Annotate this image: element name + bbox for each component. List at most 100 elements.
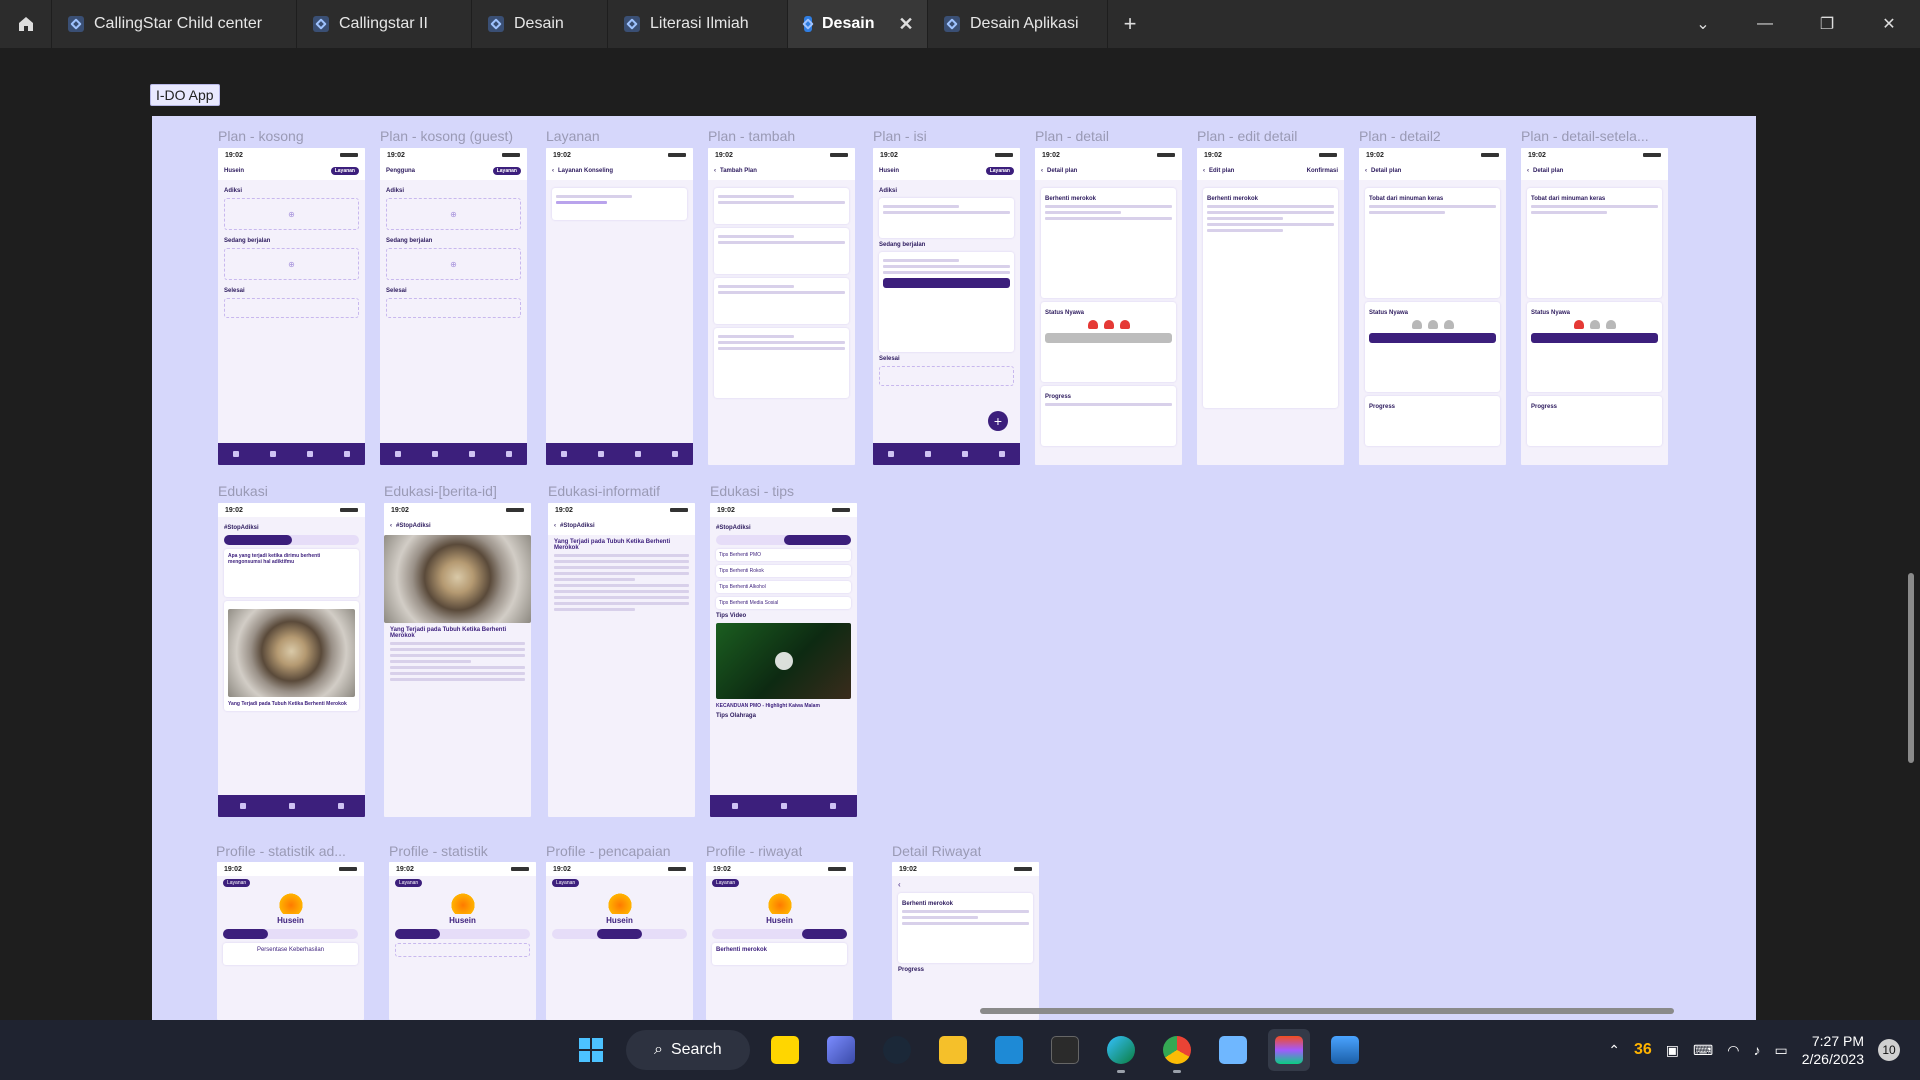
frame-title[interactable]: Plan - kosong [218, 128, 304, 144]
profile-tabs [712, 929, 847, 939]
screen-plan-detail[interactable]: 19:02 ‹ Detail plan Berhenti merokok Sta… [1035, 148, 1182, 465]
frame-title[interactable]: Plan - edit detail [1197, 128, 1297, 144]
chevron-up-icon[interactable]: ⌃ [1608, 1042, 1620, 1059]
progress-heading: Progress [898, 967, 925, 973]
keyboard-icon[interactable]: ⌨ [1693, 1042, 1713, 1059]
history-card: Berhenti merokok [712, 943, 847, 965]
wifi-icon[interactable]: ◠ [1727, 1042, 1739, 1059]
figma-app[interactable] [1268, 1029, 1310, 1071]
screen-title: #StopAdiksi [560, 523, 595, 529]
notification-badge[interactable]: 10 [1878, 1039, 1900, 1061]
screen-plan-isi[interactable]: 19:02 Husein Layanan Adiksi Sedang berjal… [873, 148, 1020, 465]
tab-desain[interactable]: Desain [472, 0, 608, 48]
screen-layanan[interactable]: 19:02 ‹ Layanan Konseling [546, 148, 693, 465]
frame-title[interactable]: Profile - statistik ad... [216, 843, 346, 859]
frame-title[interactable]: Edukasi-informatif [548, 483, 660, 499]
close-tab-icon[interactable]: ✕ [898, 14, 913, 35]
tab-callingstar-ii[interactable]: Callingstar II [297, 0, 472, 48]
screen-profile-pencapaian[interactable]: 19:02 Layanan Husein [546, 862, 693, 1020]
screen-profile-statistik[interactable]: 19:02 Layanan Husein [389, 862, 536, 1020]
tab-callingstar-child-center[interactable]: CallingStar Child center [52, 0, 297, 48]
title-tab-bar: CallingStar Child center Callingstar II … [0, 0, 1920, 48]
horizontal-scrollbar[interactable] [980, 1008, 1674, 1014]
form-card [714, 228, 849, 274]
screen-edukasi-berita[interactable]: 19:02 ‹ #StopAdiksi Yang Terjadi pada Tu… [384, 503, 531, 817]
frame-title[interactable]: Edukasi [218, 483, 268, 499]
frame-title[interactable]: Detail Riwayat [892, 843, 981, 859]
screen-edukasi-informatif[interactable]: 19:02 ‹ #StopAdiksi Yang Terjadi pada Tu… [548, 503, 695, 817]
frame-title[interactable]: Profile - statistik [389, 843, 488, 859]
frame-title[interactable]: Profile - riwayat [706, 843, 802, 859]
status-bar: 19:02 [706, 862, 853, 876]
frame-title[interactable]: Edukasi - tips [710, 483, 794, 499]
frame-title[interactable]: Plan - detail2 [1359, 128, 1441, 144]
close-window-button[interactable]: ✕ [1858, 0, 1920, 48]
plan-title: Berhenti merokok [902, 901, 954, 907]
tips-item: Tips Berhenti PMO [716, 549, 851, 561]
app-tray-icon[interactable]: ▣ [1666, 1042, 1679, 1059]
screen-header: ‹ #StopAdiksi [548, 517, 695, 535]
hearts [1045, 320, 1172, 329]
status-time: 19:02 [713, 865, 731, 873]
screen-plan-tambah[interactable]: 19:02 ‹ Tambah Plan [708, 148, 855, 465]
tab-desain-active[interactable]: Desain ✕ [788, 0, 928, 48]
battery-icon[interactable]: ▭ [1774, 1042, 1787, 1059]
tab-literasi-ilmiah[interactable]: Literasi Ilmiah [608, 0, 788, 48]
news-card: Yang Terjadi pada Tubuh Ketika Berhenti … [224, 601, 359, 711]
frame-title[interactable]: Profile - pencapaian [546, 843, 671, 859]
profile-tabs [395, 929, 530, 939]
frame-title[interactable]: Plan - isi [873, 128, 927, 144]
temperature[interactable]: 36 [1634, 1041, 1652, 1059]
steam-icon [883, 1036, 911, 1064]
restore-button[interactable]: ❐ [1796, 0, 1858, 48]
frame-title[interactable]: Plan - detail [1035, 128, 1109, 144]
home-button[interactable] [0, 0, 52, 48]
screen-plan-detail2[interactable]: 19:02 ‹ Detail plan Tobat dari minuman k… [1359, 148, 1506, 465]
section-heading: Selesai [386, 288, 407, 294]
screen-profile-statistik-ad[interactable]: 19:02 Layanan Husein Persentase Keberhas… [217, 862, 364, 1020]
clock[interactable]: 7:27 PM 2/26/2023 [1802, 1032, 1864, 1068]
edge-app[interactable] [1100, 1029, 1142, 1073]
taskbar-search[interactable]: ⌕ Search [626, 1030, 750, 1070]
status-time: 19:02 [225, 151, 243, 159]
photos-app[interactable] [1324, 1029, 1366, 1071]
file-explorer-app[interactable] [932, 1029, 974, 1071]
chevron-down-icon[interactable]: ⌄ [1672, 0, 1734, 48]
plus-icon: + [1123, 11, 1137, 36]
sticky-notes-app[interactable] [764, 1029, 806, 1071]
app-launcher[interactable] [820, 1029, 862, 1071]
screen-plan-kosong[interactable]: 19:02 Husein Layanan Adiksi ⊕ Sedang berj… [218, 148, 365, 465]
screen-plan-detail-setelah[interactable]: 19:02 ‹ Detail plan Tobat dari minuman k… [1521, 148, 1668, 465]
screen-edukasi-tips[interactable]: 19:02 #StopAdiksi Tips Berhenti PMO Tips… [710, 503, 857, 817]
frame-title[interactable]: Plan - tambah [708, 128, 795, 144]
history-detail-card: Berhenti merokok [898, 893, 1033, 963]
system-tray: ⌃ 36 ▣ ⌨ ◠ ♪ ▭ 7:27 PM 2/26/2023 10 [1608, 1020, 1920, 1080]
notepad-app[interactable] [1212, 1029, 1254, 1071]
minimize-button[interactable]: — [1734, 0, 1796, 48]
section-label[interactable]: I-DO App [150, 84, 220, 106]
chrome-app[interactable] [1156, 1029, 1198, 1073]
frame-title[interactable]: Plan - detail-setela... [1521, 128, 1649, 144]
steam-app[interactable] [876, 1029, 918, 1071]
new-tab-button[interactable]: + [1108, 0, 1152, 48]
screen-plan-edit-detail[interactable]: 19:02 ‹ Edit plan Konfirmasi Berhenti mer… [1197, 148, 1344, 465]
screen-detail-riwayat[interactable]: 19:02 ‹ Berhenti merokok Progress [892, 862, 1039, 1020]
screen-body: #StopAdiksi Apa yang terjadi ketika diri… [218, 517, 365, 719]
screen-profile-riwayat[interactable]: 19:02 Layanan Husein Berhenti merokok [706, 862, 853, 1020]
screen-edukasi[interactable]: 19:02 #StopAdiksi Apa yang terjadi ketik… [218, 503, 365, 817]
vscode-icon [995, 1036, 1023, 1064]
tab-desain-aplikasi[interactable]: Desain Aplikasi [928, 0, 1108, 48]
vscode-app[interactable] [988, 1029, 1030, 1071]
photos-icon [1331, 1036, 1359, 1064]
search-label: Search [670, 1041, 722, 1058]
screen-plan-kosong-guest[interactable]: 19:02 Pengguna Layanan Adiksi ⊕ Sedang be… [380, 148, 527, 465]
frame-title[interactable]: Plan - kosong (guest) [380, 128, 513, 144]
volume-icon[interactable]: ♪ [1753, 1042, 1760, 1058]
start-button[interactable] [570, 1029, 612, 1071]
terminal-app[interactable] [1044, 1029, 1086, 1071]
vertical-scrollbar[interactable] [1908, 573, 1914, 763]
figma-canvas[interactable]: I-DO App Plan - kosong Plan - kosong (gu… [0, 48, 1920, 1020]
frame-title[interactable]: Edukasi-[berita-id] [384, 483, 497, 499]
frame-title[interactable]: Layanan [546, 128, 600, 144]
figma-file-icon [802, 16, 814, 32]
